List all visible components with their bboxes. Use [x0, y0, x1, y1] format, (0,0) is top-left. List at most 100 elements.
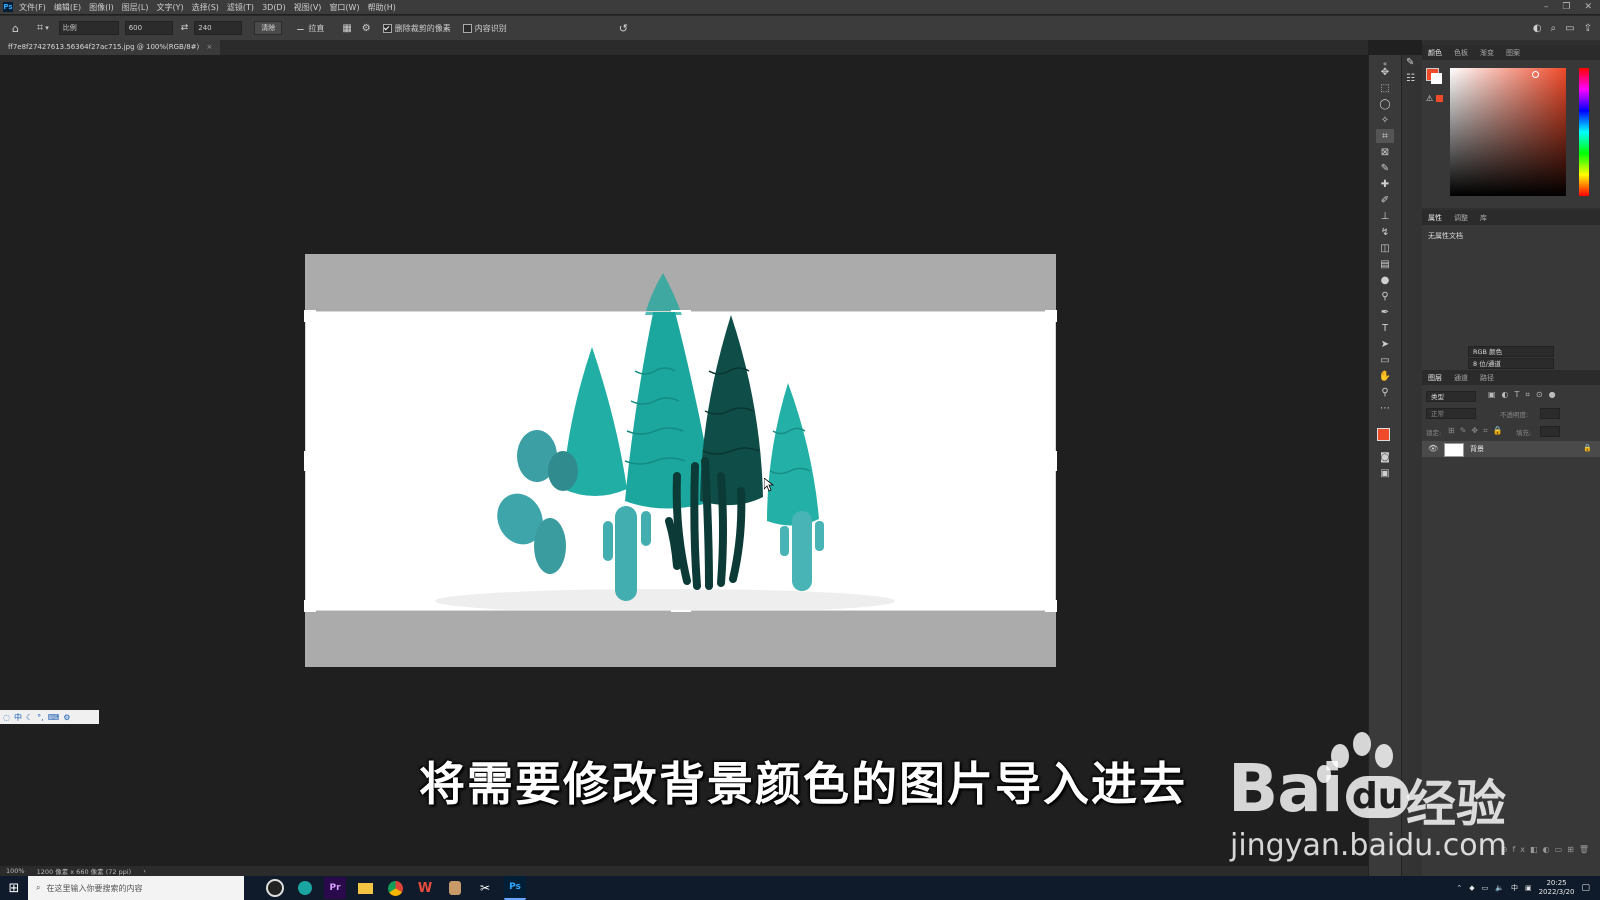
history-brush-icon[interactable]: ↯: [1376, 225, 1394, 239]
stamp-icon[interactable]: ⊥: [1376, 209, 1394, 223]
punctuation-icon[interactable]: °,: [37, 713, 44, 722]
ime-mode[interactable]: 中: [14, 712, 22, 723]
wps-app-icon[interactable]: W: [414, 877, 436, 899]
menu-3d[interactable]: 3D(D): [262, 3, 286, 12]
tray-ime-icon[interactable]: ▣: [1525, 884, 1532, 892]
brush-icon[interactable]: ✐: [1376, 193, 1394, 207]
chevron-right-icon[interactable]: ›: [143, 867, 146, 875]
overlay-grid-icon[interactable]: ▦: [342, 23, 351, 34]
volume-icon[interactable]: 🔈: [1495, 884, 1504, 892]
straighten-icon[interactable]: ⚊: [296, 23, 304, 33]
tab-color[interactable]: 颜色: [1428, 48, 1442, 58]
fill-input[interactable]: [1540, 426, 1560, 437]
foreground-color-swatch[interactable]: [1377, 428, 1390, 441]
marquee-tool-icon[interactable]: ⬚: [1376, 81, 1394, 95]
opacity-input[interactable]: [1540, 408, 1560, 419]
share-icon[interactable]: ⇪: [1584, 23, 1592, 34]
gear-icon[interactable]: ⚙: [362, 23, 371, 34]
ratio-select[interactable]: 比例: [58, 21, 119, 35]
tab-paths[interactable]: 路径: [1480, 373, 1494, 383]
search-icon[interactable]: ⌕: [1551, 23, 1557, 34]
tab-adjustments[interactable]: 调整: [1454, 213, 1468, 223]
type-tool-icon[interactable]: T: [1376, 321, 1394, 335]
crop-tool-active-icon[interactable]: ⌗: [1376, 129, 1394, 143]
more-tools-icon[interactable]: ⋯: [1376, 401, 1394, 415]
menu-select[interactable]: 选择(S): [192, 2, 219, 13]
keyboard-icon[interactable]: ⌨: [48, 713, 60, 722]
windows-start-icon[interactable]: ⊞: [0, 876, 28, 900]
panel-background-swatch[interactable]: [1431, 73, 1442, 84]
adjustments-panel-icon[interactable]: ☷: [1406, 73, 1415, 84]
frame-tool-icon[interactable]: ⊠: [1376, 145, 1394, 159]
photoshop-taskbar-icon[interactable]: Ps: [504, 876, 526, 900]
healing-brush-icon[interactable]: ✚: [1376, 177, 1394, 191]
crop-handle-bottom[interactable]: [671, 610, 691, 612]
crop-handle-bottom-left[interactable]: [304, 600, 316, 612]
ime-gear-icon[interactable]: ⚙: [63, 713, 70, 722]
moon-icon[interactable]: ☾: [26, 713, 33, 722]
tab-swatches[interactable]: 色板: [1454, 48, 1468, 58]
move-tool-icon[interactable]: ✥: [1376, 65, 1394, 79]
ime-toolbar[interactable]: ◌ 中 ☾ °, ⌨ ⚙: [0, 710, 99, 724]
layer-name[interactable]: 背景: [1470, 444, 1484, 454]
close-tab-icon[interactable]: ×: [206, 43, 212, 51]
crop-handle-right[interactable]: [1055, 451, 1057, 471]
layer-filter-icons[interactable]: ▣◐T⌗⊙●: [1488, 390, 1562, 400]
network-icon[interactable]: ▭: [1482, 884, 1489, 892]
menu-type[interactable]: 文字(Y): [156, 2, 183, 13]
blend-mode-select[interactable]: 正常: [1426, 408, 1476, 419]
tray-chevron-icon[interactable]: ⌃: [1456, 884, 1462, 892]
restore-icon[interactable]: ❐: [1562, 2, 1570, 12]
crop-handle-top-left[interactable]: [304, 310, 316, 322]
taskbar-clock[interactable]: 20:25 2022/3/20: [1539, 879, 1575, 897]
eyedropper-icon[interactable]: ✎: [1376, 161, 1394, 175]
edge-app-icon[interactable]: [294, 877, 316, 899]
hue-slider[interactable]: [1579, 68, 1589, 196]
tab-channels[interactable]: 通道: [1454, 373, 1468, 383]
menu-file[interactable]: 文件(F): [19, 2, 46, 13]
crop-width-input[interactable]: 600: [124, 21, 173, 35]
color-mode-select[interactable]: RGB 颜色: [1468, 346, 1554, 357]
straighten-label[interactable]: 拉直: [308, 23, 324, 34]
history-panel-icon[interactable]: ✎: [1406, 57, 1414, 68]
minimize-icon[interactable]: –: [1544, 2, 1549, 12]
layer-filter-input[interactable]: 类型: [1426, 391, 1476, 402]
crop-handle-bottom-right[interactable]: [1045, 600, 1057, 612]
taskbar-search[interactable]: ⌕ 在这里输入你要搜索的内容: [28, 876, 244, 900]
delete-cropped-checkbox[interactable]: 删除裁剪的像素: [382, 23, 451, 34]
crop-handle-top[interactable]: [671, 310, 691, 312]
crop-height-input[interactable]: 240: [194, 21, 243, 35]
crop-tool-icon[interactable]: ⌗: [37, 21, 43, 35]
crop-handle-left[interactable]: [304, 451, 306, 471]
lasso-tool-icon[interactable]: ◯: [1376, 97, 1394, 111]
menu-image[interactable]: 图像(I): [89, 2, 114, 13]
magic-wand-icon[interactable]: ✧: [1376, 113, 1394, 127]
swap-icon[interactable]: ⇄: [181, 23, 189, 33]
reset-icon[interactable]: ↺: [619, 22, 628, 35]
obs-app-icon[interactable]: [264, 877, 286, 899]
close-icon[interactable]: ✕: [1584, 2, 1592, 12]
hand-tool-icon[interactable]: ✋: [1376, 369, 1394, 383]
menu-layer[interactable]: 图层(L): [122, 2, 149, 13]
quick-mask-icon[interactable]: ◙: [1376, 450, 1394, 464]
bit-depth-select[interactable]: 8 位/通道: [1468, 358, 1554, 369]
misc-app-icon[interactable]: [444, 877, 466, 899]
menu-window[interactable]: 窗口(W): [329, 2, 359, 13]
color-picker-field[interactable]: [1450, 68, 1566, 196]
menu-filter[interactable]: 滤镜(T): [227, 2, 254, 13]
menu-help[interactable]: 帮助(H): [368, 2, 396, 13]
blur-icon[interactable]: ●: [1376, 273, 1394, 287]
layer-row[interactable]: 👁 背景 🔒: [1422, 441, 1600, 457]
rectangle-icon[interactable]: ▭: [1376, 353, 1394, 367]
file-explorer-icon[interactable]: [354, 877, 376, 899]
tab-gradients[interactable]: 渐变: [1480, 48, 1494, 58]
notification-icon[interactable]: ▢: [1581, 883, 1590, 893]
ime-logo-icon[interactable]: ◌: [3, 713, 10, 722]
user-icon[interactable]: ◐: [1533, 23, 1542, 34]
content-aware-checkbox[interactable]: 内容识别: [462, 23, 507, 34]
eye-icon[interactable]: 👁: [1428, 444, 1438, 453]
clear-button[interactable]: 清除: [254, 21, 283, 35]
tray-language[interactable]: 中: [1511, 883, 1518, 893]
tab-libraries[interactable]: 库: [1480, 213, 1487, 223]
lock-icons[interactable]: ⊞✎✥⌗🔒: [1448, 426, 1508, 436]
